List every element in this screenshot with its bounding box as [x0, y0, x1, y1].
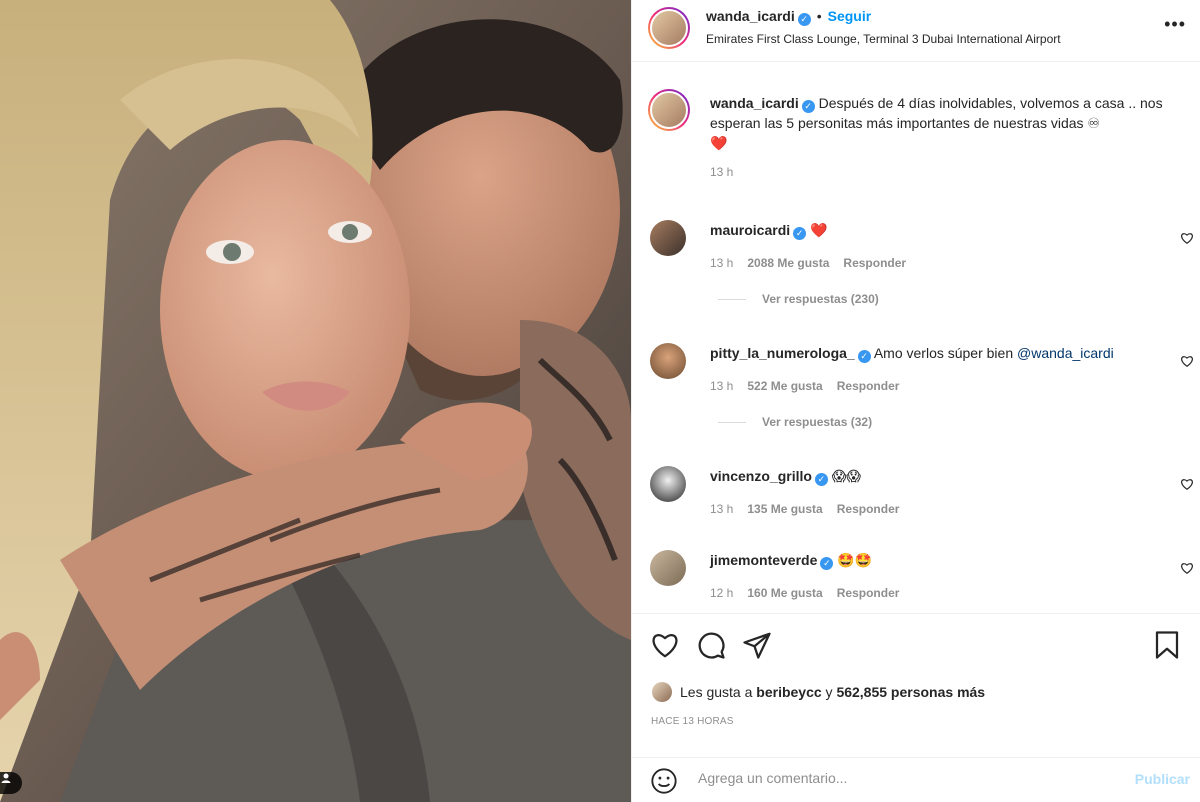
- reply-button[interactable]: Responder: [837, 586, 900, 600]
- caption-author-username[interactable]: wanda_icardi: [710, 95, 799, 111]
- verified-badge-icon: ✓: [793, 227, 807, 240]
- comment-username[interactable]: mauroicardi: [710, 222, 790, 238]
- reply-button[interactable]: Responder: [837, 502, 900, 516]
- comment-item: vincenzo_grillo ✓ 😱😱 13 h 135 Me gusta Resp…: [710, 466, 1190, 516]
- comment-emoji: ❤️: [810, 222, 828, 238]
- comment-item: jimemonteverde ✓ 🤩🤩 12 h 160 Me gusta Respo…: [710, 550, 1190, 600]
- comment-text: Amo verlos súper bien: [873, 345, 1014, 361]
- comment-avatar[interactable]: [650, 550, 686, 586]
- comment-time[interactable]: 13 h: [710, 379, 733, 393]
- liker-username[interactable]: beribeycc: [756, 684, 821, 700]
- comment-bubble-icon[interactable]: [696, 630, 726, 660]
- post-side-panel: wanda_icardi ✓ • Seguir Emirates First Clas…: [631, 0, 1200, 802]
- comment-time[interactable]: 13 h: [710, 502, 733, 516]
- post-location[interactable]: Emirates First Class Lounge, Terminal 3 …: [706, 32, 1061, 46]
- comment-emoji: 😱😱: [831, 468, 862, 484]
- comment-avatar[interactable]: [650, 220, 686, 256]
- comment-likes[interactable]: 522 Me gusta: [747, 379, 822, 393]
- share-paper-plane-icon[interactable]: [742, 630, 772, 660]
- comment-username[interactable]: jimemonteverde: [710, 552, 817, 568]
- comment-likes[interactable]: 2088 Me gusta: [747, 256, 829, 270]
- like-comment-heart-icon[interactable]: [1180, 477, 1194, 491]
- comment-mention-link[interactable]: @wanda_icardi: [1017, 345, 1114, 361]
- comment-avatar[interactable]: [650, 466, 686, 502]
- post-header: wanda_icardi ✓ • Seguir Emirates First Clas…: [632, 0, 1200, 62]
- caption-heart-emoji: ❤️: [710, 135, 728, 151]
- follow-button[interactable]: Seguir: [828, 8, 872, 24]
- comment-time[interactable]: 12 h: [710, 586, 733, 600]
- author-avatar[interactable]: [648, 7, 690, 49]
- likes-prefix: Les gusta a: [680, 684, 753, 700]
- emoji-smiley-icon[interactable]: [650, 767, 678, 795]
- comment-item: mauroicardi ✓ ❤️ 13 h 2088 Me gusta Respond…: [710, 220, 1190, 306]
- comment-item: pitty_la_numerologa_ ✓ Amo verlos súper b…: [710, 343, 1190, 429]
- post-time-ago[interactable]: HACE 13 HORAS: [651, 716, 734, 727]
- action-bar: [650, 630, 1182, 660]
- like-comment-heart-icon[interactable]: [1180, 561, 1194, 575]
- comment-emoji: 🤩🤩: [837, 552, 873, 568]
- like-heart-icon[interactable]: [650, 630, 680, 660]
- more-horizontal-icon[interactable]: •••: [1164, 14, 1186, 35]
- reply-button[interactable]: Responder: [843, 256, 906, 270]
- liker-avatar[interactable]: [652, 682, 672, 702]
- save-bookmark-icon[interactable]: [1152, 630, 1182, 660]
- post-actions: Les gusta a beribeycc y 562,855 personas…: [632, 613, 1200, 763]
- like-comment-heart-icon[interactable]: [1180, 231, 1194, 245]
- verified-badge-icon: ✓: [801, 100, 815, 113]
- likes-count[interactable]: 562,855 personas más: [836, 684, 985, 700]
- like-comment-heart-icon[interactable]: [1180, 354, 1194, 368]
- separator-dot: •: [816, 8, 822, 24]
- comment-avatar[interactable]: [650, 343, 686, 379]
- comment-input[interactable]: [698, 770, 1118, 786]
- verified-badge-icon: ✓: [814, 473, 828, 486]
- comments-list[interactable]: wanda_icardi ✓ Después de 4 días inolvida…: [632, 63, 1200, 613]
- view-replies-toggle[interactable]: Ver respuestas (32): [710, 415, 1190, 429]
- author-username[interactable]: wanda_icardi: [706, 8, 795, 24]
- verified-badge-icon: ✓: [857, 350, 871, 363]
- view-replies-toggle[interactable]: Ver respuestas (230): [710, 292, 1190, 306]
- user-tag-icon[interactable]: [0, 772, 22, 794]
- post-photo[interactable]: [0, 0, 631, 802]
- comment-username[interactable]: pitty_la_numerologa_: [710, 345, 855, 361]
- instagram-post-view: wanda_icardi ✓ • Seguir Emirates First Clas…: [0, 0, 1200, 802]
- likes-conj: y: [825, 684, 833, 700]
- comment-likes[interactable]: 160 Me gusta: [747, 586, 822, 600]
- couple-selfie-image: [0, 0, 631, 802]
- verified-badge-icon: ✓: [820, 557, 834, 570]
- publish-button[interactable]: Publicar: [1135, 771, 1190, 787]
- comment-username[interactable]: vincenzo_grillo: [710, 468, 812, 484]
- comment-likes[interactable]: 135 Me gusta: [747, 502, 822, 516]
- comment-time[interactable]: 13 h: [710, 256, 733, 270]
- verified-badge-icon: ✓: [797, 13, 811, 26]
- reply-button[interactable]: Responder: [837, 379, 900, 393]
- add-comment-bar: Publicar: [632, 757, 1200, 802]
- caption-author-avatar[interactable]: [648, 89, 690, 131]
- caption: wanda_icardi ✓ Después de 4 días inolvida…: [710, 93, 1180, 179]
- likes-summary: Les gusta a beribeycc y 562,855 personas…: [652, 682, 985, 702]
- caption-timestamp[interactable]: 13 h: [710, 165, 733, 179]
